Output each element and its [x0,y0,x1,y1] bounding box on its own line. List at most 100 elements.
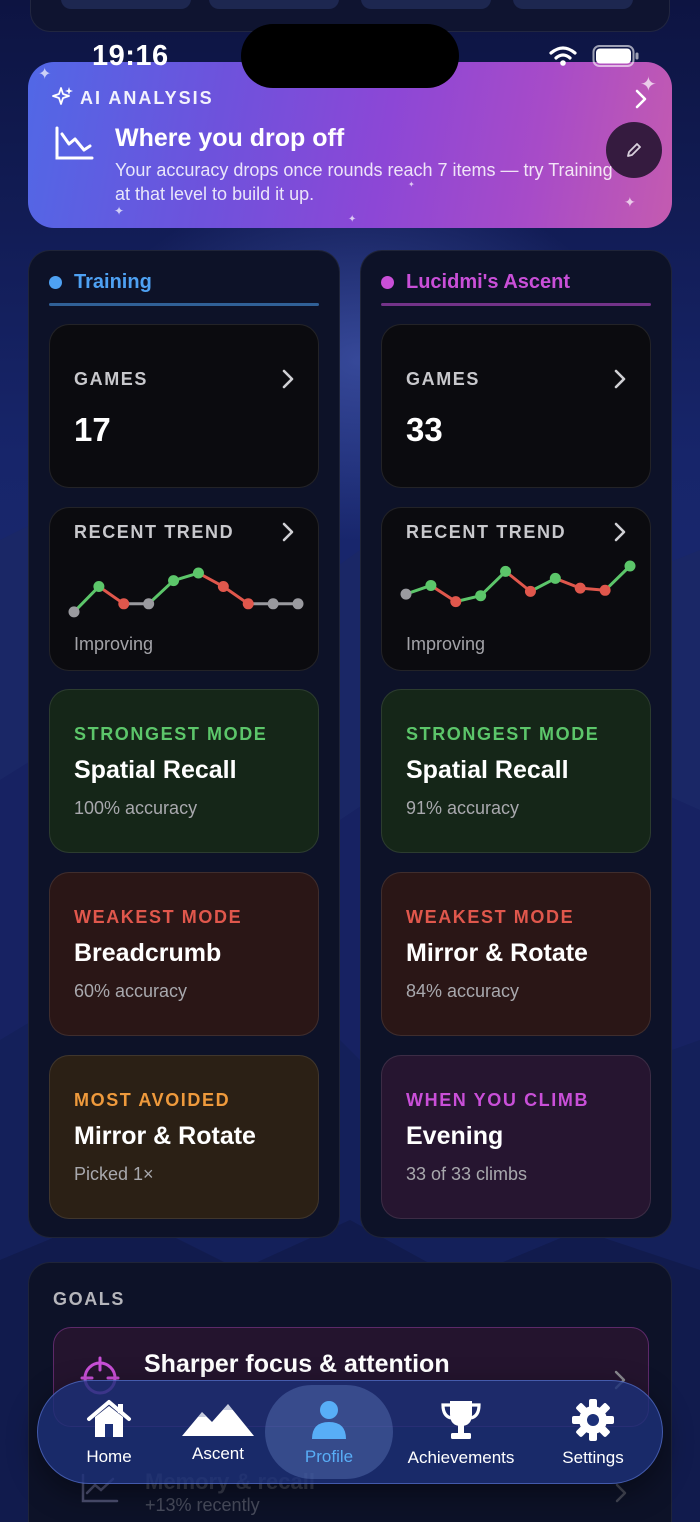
column-header[interactable]: Lucidmi's Ascent [381,271,570,294]
weakest-mode-card[interactable]: WEAKEST MODE Breadcrumb 60% accuracy [49,872,319,1036]
trend-point [425,579,437,591]
card-detail: 33 of 33 climbs [406,1164,528,1184]
card-detail: Picked 1× [74,1164,154,1184]
trend-label: RECENT TREND [406,522,567,542]
stats-column: Lucidmi's Ascent GAMES 33 RECENT TREND I… [360,250,672,1238]
games-count: 17 [74,411,111,448]
card-detail: 100% accuracy [74,798,198,818]
goals-title: GOALS [53,1289,126,1309]
trend-status: Improving [406,634,486,654]
ai-analysis-label: AI ANALYSIS [80,88,214,108]
strip-segment [513,0,633,9]
edit-button[interactable] [606,122,662,178]
card-value: Breadcrumb [74,939,222,967]
card-caption: WHEN YOU CLIMB [406,1090,590,1110]
battery-icon [592,45,639,67]
stats-column: Training GAMES 17 RECENT TREND Improving… [28,250,340,1238]
trend-point [267,598,279,610]
games-label: GAMES [406,369,481,389]
card-value: Evening [406,1122,504,1150]
trend-point [549,572,561,584]
trend-point [242,598,254,610]
column-dot [49,276,62,289]
chevron-right-icon [614,522,626,542]
dynamic-island [241,24,459,88]
tab-label: Settings [562,1448,624,1467]
strongest-mode-card[interactable]: STRONGEST MODE Spatial Recall 100% accur… [49,689,319,853]
home-icon [87,1400,131,1437]
games-label: GAMES [74,369,149,389]
trend-point [574,582,586,594]
tab-profile[interactable]: Profile [289,1381,369,1485]
trend-point [93,581,105,593]
goal-progress: +13% recently [145,1495,260,1515]
weakest-mode-card[interactable]: WEAKEST MODE Mirror & Rotate 84% accurac… [381,872,651,1036]
column-dot [381,276,394,289]
trend-sparkline [400,560,636,608]
card-detail: 91% accuracy [406,798,520,818]
goal-name: Sharper focus & attention [144,1350,450,1378]
trend-point [475,590,487,602]
card-caption: MOST AVOIDED [74,1090,231,1110]
person-icon [312,1401,346,1439]
card-caption: WEAKEST MODE [406,907,575,927]
trend-point [624,560,636,572]
sparkle-decoration: ✦ [624,194,636,210]
trend-sparkline [68,567,304,618]
tab-label: Home [86,1447,132,1466]
card-caption: STRONGEST MODE [406,724,600,744]
trend-point [292,598,304,610]
most-avoided-card[interactable]: MOST AVOIDED Mirror & Rotate Picked 1× [49,1055,319,1219]
chevron-right-icon [282,522,294,542]
mountains-icon [182,1404,254,1436]
recent-trend-card[interactable]: RECENT TREND Improving [49,507,319,671]
card-detail: 60% accuracy [74,981,188,1001]
tab-home[interactable]: Home [74,1381,144,1485]
games-card[interactable]: GAMES 17 [49,324,319,488]
sparkle-decoration: ✦ [348,214,357,225]
trend-label: RECENT TREND [74,522,235,542]
pencil-icon [627,143,641,157]
tab-label: Achievements [407,1448,515,1467]
trend-status: Improving [74,634,154,654]
ai-analysis-title: Where you drop off [115,124,345,152]
wifi-icon [549,46,577,66]
sparkles-icon [52,87,73,105]
column-header[interactable]: Training [49,271,152,294]
strip-segment [361,0,491,9]
tab-label: Ascent [192,1444,244,1463]
strip-segment [209,0,339,9]
chevron-right-icon [635,89,647,109]
trend-point [192,567,204,579]
sparkle-decoration: ✦ [114,204,125,218]
tab-label: Profile [304,1447,354,1466]
card-value: Spatial Recall [406,756,569,784]
card-detail: 84% accuracy [406,981,520,1001]
tab-settings[interactable]: Settings [553,1381,633,1485]
games-card[interactable]: GAMES 33 [381,324,651,488]
tab-ascent[interactable]: Ascent [178,1381,258,1485]
tab-achievements[interactable]: Achievements [398,1381,524,1485]
trend-point [450,596,462,608]
trend-point [68,606,80,618]
column-divider [49,303,319,306]
trend-point [118,598,130,610]
trend-point [524,585,536,597]
card-value: Mirror & Rotate [74,1122,256,1150]
tab-bar: Home Ascent Profile Achievements Setting… [37,1380,663,1484]
trophy-icon [441,1401,481,1439]
ai-analysis-description: Your accuracy drops once rounds reach 7 … [115,160,613,204]
column-title: Lucidmi's Ascent [406,271,571,293]
trend-point [500,565,512,577]
games-count: 33 [406,411,443,448]
trend-point [400,588,412,600]
trend-point [168,575,180,587]
when-you-climb-card[interactable]: WHEN YOU CLIMB Evening 33 of 33 climbs [381,1055,651,1219]
status-icons [548,44,640,68]
sparkle-decoration: ✦ [38,66,52,83]
trend-down-chart-icon [55,126,94,160]
recent-trend-card[interactable]: RECENT TREND Improving [381,507,651,671]
strongest-mode-card[interactable]: STRONGEST MODE Spatial Recall 91% accura… [381,689,651,853]
trend-point [143,598,155,610]
chevron-right-icon [614,369,626,389]
